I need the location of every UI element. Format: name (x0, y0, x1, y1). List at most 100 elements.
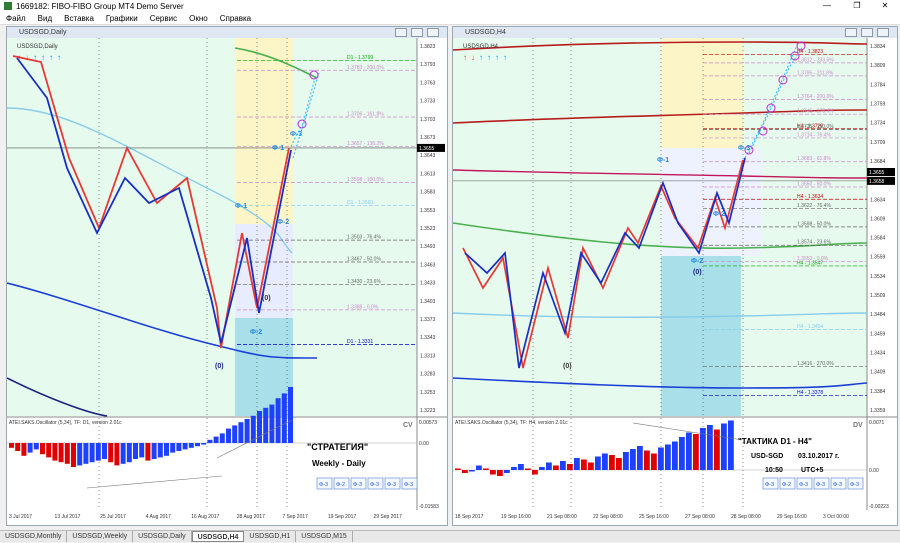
price-tick-label: 1.3283 (420, 372, 436, 378)
oscillator-bar (679, 437, 685, 470)
oscillator-bar (257, 411, 262, 443)
price-tick-label: 1.3434 (870, 351, 886, 357)
menu-item-5[interactable]: Окно (183, 14, 214, 23)
window-minimize-button[interactable] (395, 28, 407, 37)
price-tick-label: 1.3759 (870, 101, 886, 107)
oscillator-bar (226, 428, 231, 443)
oscillator-bar (157, 443, 163, 458)
chart-tab[interactable]: USDSGD,Weekly (67, 531, 134, 542)
oscillator-bar (623, 452, 629, 470)
menu-item-4[interactable]: Сервис (144, 14, 183, 23)
menu-item-2[interactable]: Вставка (58, 14, 100, 23)
oscillator-bar (269, 404, 275, 443)
oscillator-bar (52, 443, 58, 461)
oscillator-bar (195, 443, 200, 447)
oscillator-bar (588, 462, 594, 470)
indicator-tick: 0.0071 (869, 420, 885, 426)
oscillator-bar (95, 443, 101, 461)
maximize-button[interactable]: ❐ (842, 0, 872, 12)
current-price-label: 1.3658 (869, 179, 885, 185)
price-tick-label: 1.3223 (420, 408, 436, 414)
price-tick-label: 1.3703 (420, 117, 436, 123)
strategy-subtitle: Weekly - Daily (312, 459, 366, 468)
oscillator-bar (644, 450, 650, 470)
chart-tab[interactable]: USDSGD,M15 (296, 531, 353, 542)
wave-label: Ф-2 (713, 211, 725, 218)
date-axis-label: 7 Sep 2017 (282, 514, 308, 520)
indicator-tick: 0.00573 (419, 420, 437, 426)
oscillator-bar (21, 443, 27, 456)
oscillator-bar (686, 432, 692, 470)
signal-arrow-icon: ↑ (33, 53, 37, 62)
fib-level-label: 1.3622 - 76.4% (797, 203, 831, 209)
fib-level-label: D1 - 1.3331 (347, 339, 373, 345)
oscillator-bar (58, 443, 64, 463)
current-price-label-2: 1.3655 (869, 170, 885, 176)
fib-level-label: 1.3598 - 50.0% (797, 221, 831, 227)
signal-arrow-icon: ↑ (463, 53, 467, 62)
fib-level-label: 1.3745 - 176.4% (797, 109, 834, 115)
chart-window-title: USDSGD,H4 (453, 27, 897, 38)
indicator-tick: -0.00223 (869, 504, 889, 510)
price-chart-daily[interactable]: 1.3823 1.3793 1.3763 1.3733 1.3703 1.3673 1.36… (7, 38, 447, 525)
wave-label: (0) (563, 363, 572, 370)
chart-tab[interactable]: USDSGD,Daily (133, 531, 192, 542)
window-restore-button[interactable] (411, 28, 423, 37)
oscillator-bar (71, 443, 76, 467)
signal-arrow-icon: ↑ (503, 53, 507, 62)
oscillator-bar (120, 443, 126, 464)
date-axis-label: 16 Aug 2017 (191, 514, 219, 520)
oscillator-bar (288, 387, 293, 443)
signal-arrow-icon: ↑ (487, 53, 491, 62)
oscillator-bar (539, 467, 545, 470)
fib-level-label: 1.3714 - 76.4% (797, 132, 831, 138)
oscillator-bar (102, 443, 107, 459)
fib-level-label: 1.3812 - 233.6% (797, 57, 834, 63)
oscillator-bar (77, 443, 83, 466)
oscillator-bar (546, 462, 552, 470)
date-axis-label: 29 Sep 2017 (373, 514, 402, 520)
signal-arrow-icon: ↑ (479, 53, 483, 62)
wave-label: Ф-1 (657, 157, 669, 164)
price-tick-label: 1.3613 (420, 171, 436, 177)
window-close-button[interactable] (427, 28, 439, 37)
fib-tool-button-label: Ф-3 (370, 482, 379, 488)
price-tick-label: 1.3809 (870, 63, 886, 69)
menu-item-3[interactable]: Графики (100, 14, 144, 23)
window-close-button[interactable] (877, 28, 889, 37)
fib-tool-button-label: Ф-3 (799, 482, 808, 488)
oscillator-bar (490, 470, 496, 475)
chart-tab[interactable]: USDSGD,H1 (244, 531, 297, 542)
oscillator-bar (244, 419, 250, 443)
tactic-time: 10:50 (765, 467, 783, 474)
chart-tab[interactable]: USDSGD,Monthly (0, 531, 68, 542)
price-chart-h4[interactable]: 1.3834 1.3809 1.3784 1.3759 1.3734 1.3709 1.36… (453, 38, 897, 525)
menu-item-0[interactable]: Файл (0, 14, 32, 23)
oscillator-bar (188, 443, 194, 448)
chart-tab[interactable]: USDSGD,H4 (191, 531, 245, 542)
price-tick-label: 1.3373 (420, 317, 436, 323)
chart-window-h4[interactable]: USDSGD,H4 1.3834 1.3809 1.3784 1.3759 1.3734… (452, 26, 898, 526)
menu-item-6[interactable]: Справка (214, 14, 257, 23)
oscillator-bar (658, 447, 664, 470)
close-button[interactable]: ✕ (870, 0, 900, 12)
price-tick-label: 1.3534 (870, 274, 886, 280)
chart-window-daily[interactable]: USDSGD,Daily 1.3823 1.3793 1.3763 1.3733 1.3… (6, 26, 448, 526)
date-axis-label: 27 Sep 08:00 (685, 514, 715, 520)
indicator-corner-label: DV (853, 422, 863, 429)
oscillator-bar (219, 433, 225, 443)
fib-tool-button-label: Ф-2 (336, 482, 345, 488)
oscillator-bar (89, 443, 95, 463)
window-minimize-button[interactable] (845, 28, 857, 37)
price-tick-label: 1.3684 (870, 159, 886, 165)
date-axis-label: 3 Jul 2017 (9, 514, 32, 520)
price-tick-label: 1.3793 (420, 62, 436, 68)
signal-arrow-icon: ↓ (25, 53, 29, 62)
oscillator-bar (201, 443, 207, 445)
fib-level-label: 1.3467 - 50.0% (347, 256, 381, 262)
window-restore-button[interactable] (861, 28, 873, 37)
tactic-date: 03.10.2017 г. (798, 453, 839, 460)
menu-item-1[interactable]: Вид (32, 14, 58, 23)
minimize-button[interactable]: — (812, 0, 842, 12)
wave-label: Ф-3 (290, 131, 302, 138)
